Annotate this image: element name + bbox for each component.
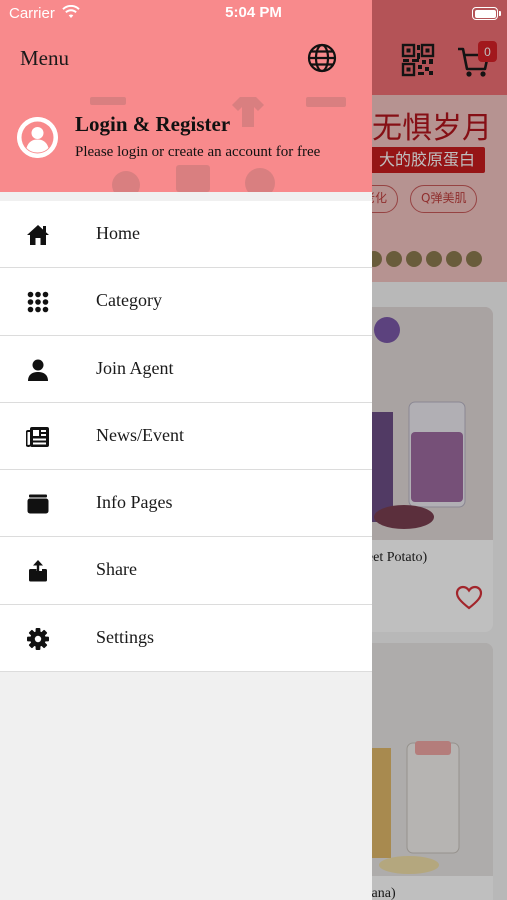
home-icon	[25, 223, 51, 247]
menu-item-label: Category	[96, 290, 162, 311]
menu-item-label: Info Pages	[96, 492, 173, 513]
globe-icon	[307, 43, 337, 73]
login-register-panel[interactable]: Login & Register Please login or create …	[0, 95, 372, 192]
menu-item-label: Settings	[96, 626, 155, 647]
avatar	[17, 117, 58, 158]
folder-icon	[25, 492, 51, 516]
person-icon	[25, 358, 51, 382]
login-title: Login & Register	[75, 112, 231, 136]
menu-item-label: Share	[96, 559, 137, 580]
menu-item-category[interactable]: Category	[0, 268, 372, 336]
language-button[interactable]	[306, 42, 338, 74]
battery-icon	[472, 7, 501, 20]
gear-icon	[25, 627, 51, 651]
menu-item-share[interactable]: Share	[0, 537, 372, 605]
share-icon	[25, 559, 51, 583]
newspaper-icon	[25, 425, 51, 449]
status-bar: Carrier 5:04 PM	[0, 0, 507, 28]
drawer-menu: Home Category Join Agent News/Event Info…	[0, 201, 372, 673]
navigation-drawer: Menu Login & Register Please login or cr…	[0, 0, 372, 900]
menu-item-label: Home	[96, 223, 140, 243]
menu-item-settings[interactable]: Settings	[0, 604, 372, 673]
menu-item-news-event[interactable]: News/Event	[0, 402, 372, 471]
menu-item-info-pages[interactable]: Info Pages	[0, 470, 372, 538]
login-subtitle: Please login or create an account for fr…	[75, 144, 321, 160]
menu-item-join-agent[interactable]: Join Agent	[0, 335, 372, 403]
menu-item-home[interactable]: Home	[0, 201, 372, 269]
status-time: 5:04 PM	[225, 4, 282, 21]
menu-item-label: Join Agent	[96, 357, 174, 378]
person-circle-icon	[17, 117, 58, 158]
drawer-title: Menu	[20, 46, 69, 70]
grid-dots-icon	[25, 290, 51, 314]
menu-item-label: News/Event	[96, 424, 184, 445]
